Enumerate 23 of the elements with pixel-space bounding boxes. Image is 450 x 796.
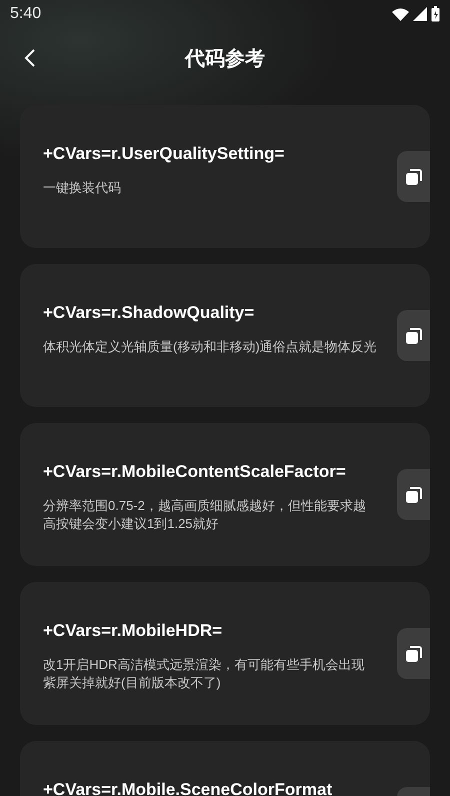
copy-button[interactable] [397, 628, 430, 679]
battery-icon [431, 6, 440, 22]
back-icon [24, 49, 36, 67]
signal-icon [413, 7, 427, 21]
code-description: 分辨率范围0.75-2，越高画质细腻感越好，但性能要求越高按键会变小建议1到1.25就好 [43, 497, 367, 533]
copy-button[interactable] [397, 469, 430, 520]
code-text: +CVars=r.ShadowQuality= [43, 302, 256, 324]
wifi-icon [392, 8, 409, 20]
code-description: 一键换装代码 [43, 179, 122, 197]
copy-icon [404, 644, 422, 662]
code-text: +CVars=r.MobileContentScaleFactor= [43, 461, 347, 483]
code-text: +CVars=r.UserQualitySetting= [43, 143, 286, 165]
code-text: +CVars=r.Mobile.SceneColorFormat [43, 779, 334, 796]
status-time: 5:40 [10, 4, 42, 24]
copy-button[interactable] [397, 151, 430, 202]
code-description: 改1开启HDR高洁模式远景渲染，有可能有些手机会出现紫屏关掉就好(目前版本改不了) [43, 656, 366, 692]
copy-icon [404, 486, 422, 504]
copy-button[interactable] [397, 310, 430, 361]
page-title: 代码参考 [185, 47, 265, 72]
copy-icon [404, 168, 422, 186]
code-description: 体积光体定义光轴质量(移动和非移动)通俗点就是物体反光 [43, 338, 377, 356]
code-text: +CVars=r.MobileHDR= [43, 620, 224, 642]
copy-icon [404, 326, 422, 344]
